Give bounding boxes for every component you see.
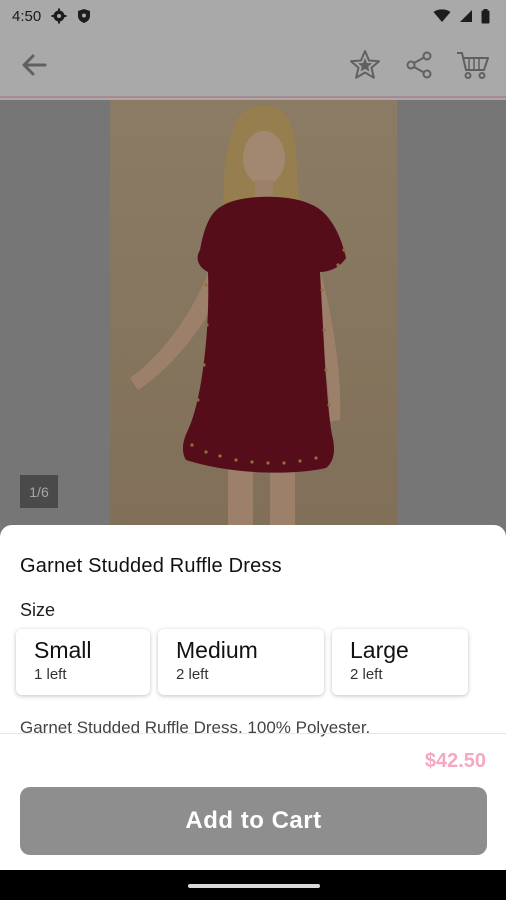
- status-bar: 4:50: [0, 0, 506, 32]
- share-icon[interactable]: [404, 50, 434, 80]
- product-title: Garnet Studded Ruffle Dress: [20, 555, 282, 577]
- size-stock: 2 left: [176, 666, 209, 683]
- size-option-large[interactable]: Large 2 left: [332, 629, 468, 695]
- size-name: Large: [350, 637, 409, 663]
- product-description: Garnet Studded Ruffle Dress. 100% Polyes…: [20, 718, 371, 737]
- favorite-star-icon[interactable]: [348, 48, 382, 82]
- size-stock: 2 left: [350, 666, 383, 683]
- product-photo[interactable]: [110, 100, 397, 540]
- size-name: Medium: [176, 637, 258, 663]
- size-name: Small: [34, 637, 92, 663]
- top-bar-actions: [348, 48, 490, 82]
- system-nav-bar: [0, 870, 506, 900]
- size-label: Size: [20, 600, 56, 620]
- sheet-divider: [0, 733, 506, 734]
- product-image-gallery[interactable]: 1/6: [0, 100, 506, 540]
- status-time: 4:50: [12, 7, 42, 25]
- battery-icon: [481, 8, 490, 23]
- cart-icon[interactable]: [456, 50, 490, 80]
- wifi-icon: [433, 9, 451, 22]
- size-option-medium[interactable]: Medium 2 left: [158, 629, 324, 695]
- signal-icon: [460, 10, 472, 22]
- size-option-small[interactable]: Small 1 left: [16, 629, 150, 695]
- top-bar-divider: [0, 96, 506, 98]
- shield-icon: [78, 9, 91, 23]
- size-stock: 1 left: [34, 666, 67, 683]
- image-counter: 1/6: [20, 475, 58, 508]
- product-price: $42.50: [424, 750, 486, 772]
- add-to-cart-button[interactable]: Add to Cart: [20, 787, 487, 855]
- size-options: Small 1 left Medium 2 left Large 2 left: [16, 629, 468, 695]
- product-top-bar: [0, 32, 506, 98]
- home-gesture-handle[interactable]: [188, 884, 320, 888]
- back-arrow-icon[interactable]: [18, 49, 50, 81]
- model-in-dress-image: [130, 105, 346, 540]
- settings-gear-icon: [51, 8, 67, 24]
- add-to-cart-sheet: Garnet Studded Ruffle Dress Size Small 1…: [0, 525, 506, 870]
